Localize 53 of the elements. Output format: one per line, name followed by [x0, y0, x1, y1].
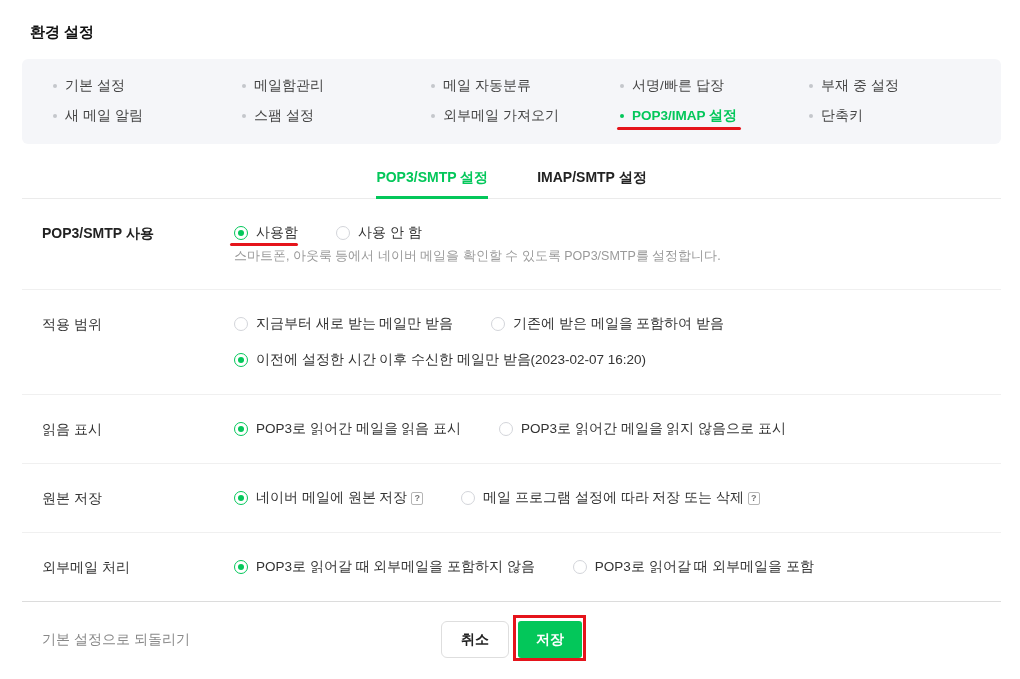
bullet-icon — [431, 84, 435, 88]
radio-option[interactable]: 메일 프로그램 설정에 따라 저장 또는 삭제 — [461, 488, 744, 508]
bullet-icon — [620, 114, 624, 118]
menu-item[interactable]: 단축키 — [809, 106, 863, 126]
menu-item[interactable]: 기본 설정 — [53, 76, 125, 96]
setting-label: POP3/SMTP 사용 — [42, 225, 154, 241]
bullet-icon — [53, 84, 57, 88]
bullet-icon — [53, 114, 57, 118]
radio-option[interactable]: 이전에 설정한 시간 이후 수신한 메일만 받음(2023-02-07 16:20) — [234, 350, 647, 370]
radio-icon[interactable] — [234, 353, 248, 367]
menu-item[interactable]: 서명/빠른 답장 — [620, 76, 724, 96]
radio-icon[interactable] — [499, 422, 514, 436]
radio-option[interactable]: 네이버 메일에 원본 저장 — [234, 488, 408, 508]
menu-item[interactable]: 부재 중 설정 — [809, 76, 899, 96]
radio-option[interactable]: POP3로 읽어간 메일을 읽음 표시 — [234, 419, 462, 439]
reset-defaults-link[interactable]: 기본 설정으로 되돌리기 — [42, 632, 190, 647]
menu-item[interactable]: 외부메일 가져오기 — [431, 106, 559, 126]
radio-option[interactable]: 기존에 받은 메일을 포함하여 받음 — [491, 314, 725, 334]
help-badge[interactable]: ? — [747, 491, 760, 505]
bullet-icon — [242, 84, 246, 88]
radio-icon[interactable] — [234, 317, 248, 331]
radio-option[interactable]: POP3로 읽어갈 때 외부메일을 포함 — [572, 557, 814, 577]
radio-option[interactable]: POP3로 읽어간 메일을 읽지 않음으로 표시 — [499, 419, 786, 439]
bullet-icon — [809, 114, 813, 118]
radio-icon[interactable] — [461, 491, 476, 505]
setting-label: 외부메일 처리 — [42, 559, 130, 575]
radio-option[interactable]: 사용함 — [234, 223, 298, 243]
radio-icon[interactable] — [572, 560, 587, 574]
radio-icon[interactable] — [234, 560, 248, 574]
setting-label: 읽음 표시 — [42, 421, 102, 437]
help-badge[interactable]: ? — [411, 491, 424, 505]
tab[interactable]: IMAP/SMTP 설정 — [537, 167, 647, 199]
menu-item[interactable]: 메일함관리 — [242, 76, 324, 96]
radio-option[interactable]: 지금부터 새로 받는 메일만 받음 — [234, 314, 453, 334]
bullet-icon — [620, 84, 624, 88]
setting-label: 원본 저장 — [42, 490, 102, 506]
radio-icon[interactable] — [491, 317, 505, 331]
radio-icon[interactable] — [336, 226, 350, 240]
cancel-button[interactable]: 취소 — [441, 621, 509, 658]
radio-icon[interactable] — [234, 491, 248, 505]
radio-icon[interactable] — [234, 422, 248, 436]
radio-option[interactable]: POP3로 읽어갈 때 외부메일을 포함하지 않음 — [234, 557, 535, 577]
radio-icon[interactable] — [234, 226, 248, 240]
menu-item[interactable]: 스팸 설정 — [242, 106, 314, 126]
setting-label: 적용 범위 — [42, 316, 102, 332]
bullet-icon — [431, 114, 435, 118]
bullet-icon — [809, 84, 813, 88]
radio-option[interactable]: 사용 안 함 — [336, 223, 422, 243]
menu-item[interactable]: 메일 자동분류 — [431, 76, 531, 96]
bullet-icon — [242, 114, 246, 118]
page-title: 환경 설정 — [29, 22, 96, 42]
setting-description: 스마트폰, 아웃룩 등에서 네이버 메일을 확인할 수 있도록 POP3/SMTP를 설정합니다. — [234, 248, 722, 265]
menu-item[interactable]: 새 메일 알림 — [53, 106, 143, 126]
